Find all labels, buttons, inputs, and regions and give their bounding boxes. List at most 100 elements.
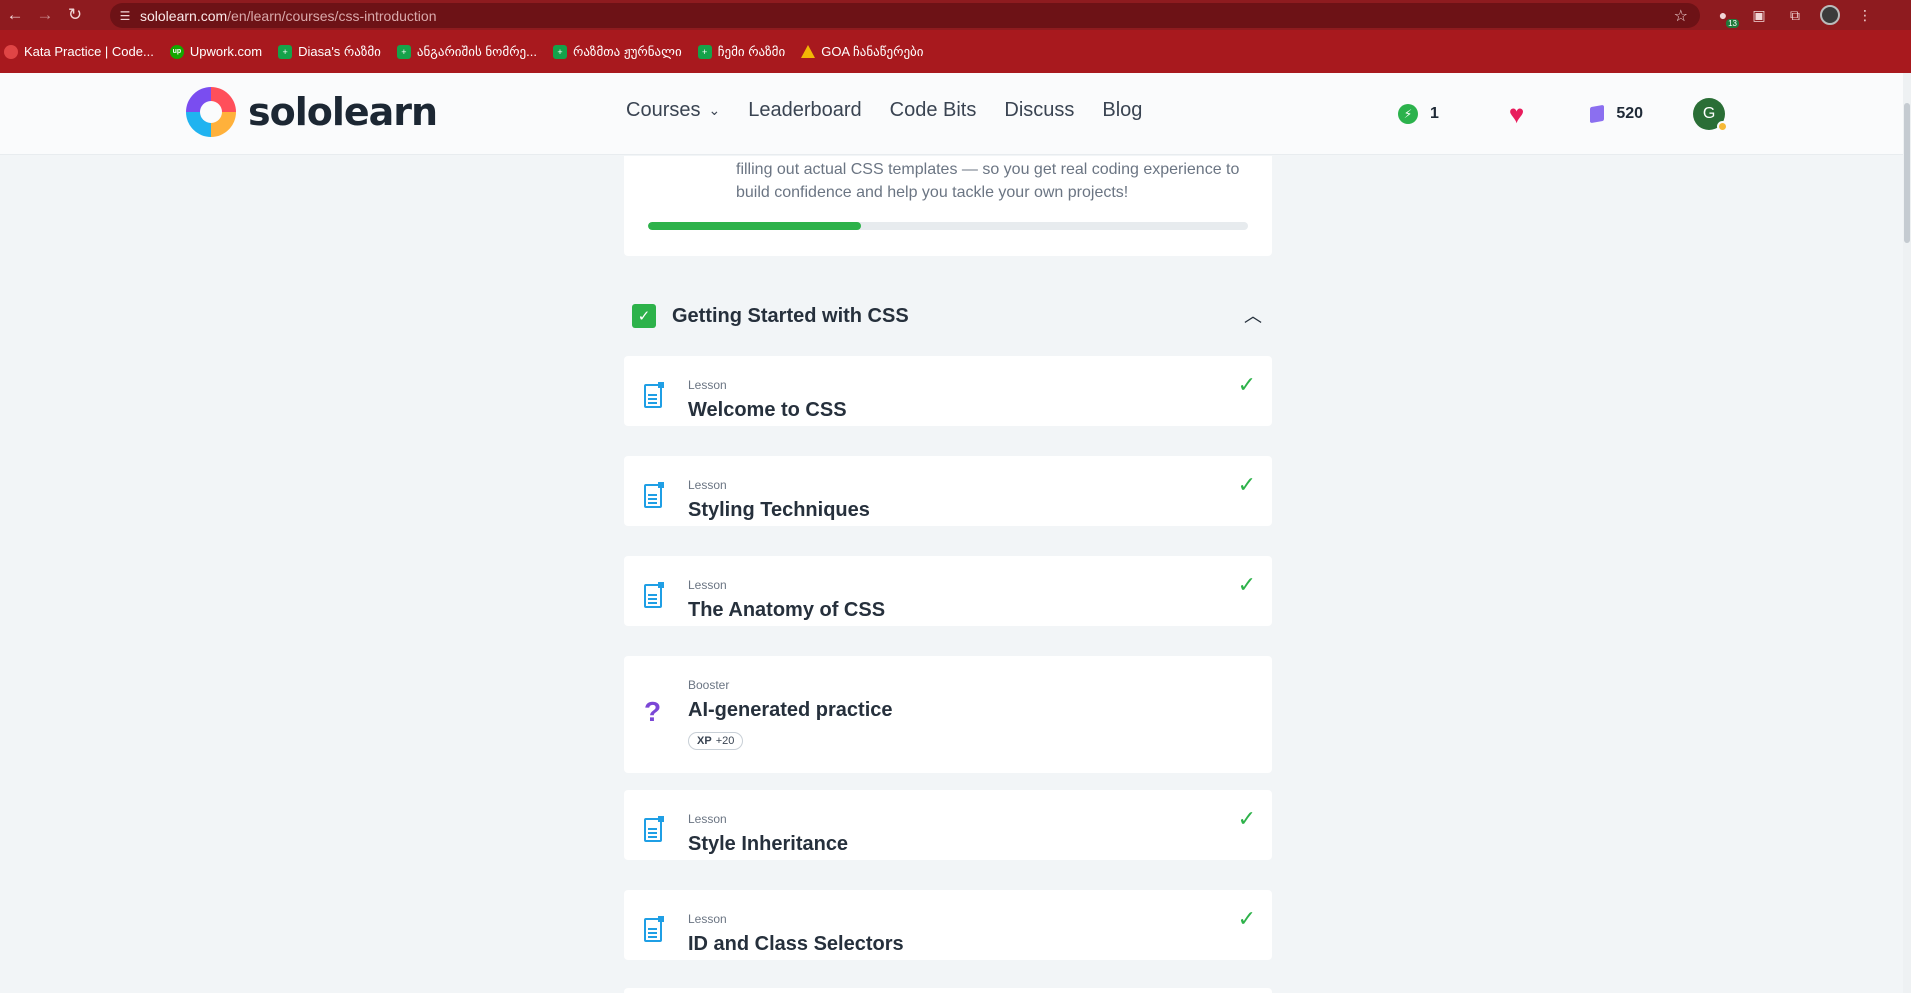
xp-value: +20 <box>715 735 735 747</box>
lesson-doc-icon <box>644 382 666 412</box>
reload-icon[interactable]: ↻ <box>60 0 90 30</box>
streak-stat[interactable]: ⚡ 1 <box>1398 104 1439 124</box>
bookmarks-bar: Kata Practice | Code... up Upwork.com + Di… <box>0 30 1911 73</box>
lesson-item[interactable]: Lesson ID and Class Selectors ✓ <box>624 890 1272 960</box>
lesson-item[interactable]: Lesson Welcome to CSS ✓ <box>624 356 1272 426</box>
lesson-name: Welcome to CSS <box>688 399 847 421</box>
user-stats: ⚡ 1 ♥ 520 G <box>1398 98 1729 132</box>
lesson-name: AI-generated practice <box>688 699 893 721</box>
gem-icon <box>1590 104 1605 124</box>
nav-courses-label: Courses <box>626 99 701 121</box>
nav-blog[interactable]: Blog <box>1102 99 1142 122</box>
module-header[interactable]: ✓ Getting Started with CSS ︿ <box>624 296 1272 336</box>
hearts-stat[interactable]: ♥ <box>1509 101 1524 127</box>
bookmark-label: რაზმთა ჟურნალი <box>572 43 682 59</box>
page-scrollbar[interactable] <box>1903 73 1911 993</box>
site-info-icon[interactable]: ☰ <box>110 9 140 23</box>
url-host: sololearn.com <box>140 7 228 24</box>
avatar-status-dot <box>1717 121 1729 132</box>
lesson-name: Styling Techniques <box>688 499 870 521</box>
bookmark-star-icon[interactable]: ☆ <box>1674 6 1688 26</box>
chevron-up-icon[interactable]: ︿ <box>1244 302 1262 328</box>
check-icon: ✓ <box>1237 472 1256 497</box>
address-bar[interactable]: ☰ sololearn.com/en/learn/courses/css-int… <box>110 3 1700 28</box>
bookmark-kata[interactable]: Kata Practice | Code... <box>4 44 154 59</box>
lesson-doc-icon <box>644 582 666 612</box>
sheets-icon: + <box>552 44 567 59</box>
xp-label: XP <box>697 735 712 747</box>
bookmark-label: Diasa's რაზმი <box>298 43 381 59</box>
bookmark-upwork[interactable]: up Upwork.com <box>169 44 263 59</box>
back-icon[interactable]: ← <box>0 0 30 30</box>
bookmark-sheet-1[interactable]: + Diasa's რაზმი <box>278 44 381 60</box>
lesson-item[interactable] <box>624 988 1272 993</box>
check-icon: ✓ <box>1237 906 1256 931</box>
upwork-icon: up <box>169 44 184 59</box>
check-icon: ✓ <box>1237 372 1256 397</box>
course-description-card: filling out actual CSS templates — so yo… <box>624 156 1272 256</box>
avatar[interactable]: G <box>1693 98 1729 132</box>
browser-menu-icon[interactable]: ⋮ <box>1854 4 1876 26</box>
sololearn-logo-icon <box>186 87 236 137</box>
course-progress-bar <box>648 222 1248 230</box>
bookmark-sheet-3[interactable]: + რაზმთა ჟურნალი <box>552 43 682 60</box>
lesson-kind: Booster <box>688 678 730 692</box>
question-mark-icon: ? <box>644 696 662 727</box>
lesson-kind: Lesson <box>688 378 727 392</box>
extension-badge: 13 <box>1726 19 1739 28</box>
bookmark-label: ჩემი რაზმი <box>717 43 786 59</box>
lesson-doc-icon <box>644 916 666 946</box>
lesson-name: The Anatomy of CSS <box>688 599 886 621</box>
browser-profile-icon[interactable] <box>1820 5 1840 25</box>
bookmark-drive[interactable]: GOA ჩანაწერები <box>801 43 924 60</box>
lesson-kind: Lesson <box>688 478 727 492</box>
bookmark-label: GOA ჩანაწერები <box>821 43 924 59</box>
check-icon: ✓ <box>1237 572 1256 597</box>
sololearn-logo[interactable]: sololearn <box>186 87 438 137</box>
module-title: Getting Started with CSS <box>672 304 909 327</box>
lesson-name: ID and Class Selectors <box>688 933 904 955</box>
xp-reward-badge: XP +20 <box>688 732 744 750</box>
bookmark-label: Upwork.com <box>189 44 263 59</box>
app-header: sololearn Courses ⌄ Leaderboard Code Bits… <box>0 73 1911 155</box>
chevron-down-icon: ⌄ <box>708 102 721 118</box>
reader-mode-icon[interactable]: ▣ <box>1748 4 1770 26</box>
lesson-item[interactable]: Lesson The Anatomy of CSS ✓ <box>624 556 1272 626</box>
booster-item[interactable]: ? Booster AI-generated practice XP +20 <box>624 656 1272 773</box>
lesson-item[interactable]: Lesson Styling Techniques ✓ <box>624 456 1272 526</box>
streak-count: 1 <box>1430 105 1439 122</box>
gems-stat[interactable]: 520 <box>1590 104 1643 124</box>
scrollbar-thumb[interactable] <box>1904 103 1910 243</box>
module-complete-check-icon: ✓ <box>632 304 656 328</box>
bookmark-sheet-4[interactable]: + ჩემი რაზმი <box>697 43 786 60</box>
sheets-icon: + <box>278 44 293 59</box>
heart-infinity-icon: ♥ <box>1508 99 1525 129</box>
course-description: filling out actual CSS templates — so yo… <box>736 161 1240 201</box>
lesson-kind: Lesson <box>688 578 727 592</box>
extension-icon[interactable]: ● 13 <box>1712 4 1739 28</box>
bookmark-favicon-icon <box>4 44 18 59</box>
forward-icon[interactable]: → <box>30 0 60 30</box>
url-path: /en/learn/courses/css-introduction <box>227 7 437 24</box>
nav-courses[interactable]: Courses ⌄ <box>626 99 720 122</box>
lesson-doc-icon <box>644 482 666 512</box>
bookmark-sheet-2[interactable]: + ანგარიშის ნომრე... <box>396 43 537 60</box>
sheets-icon: + <box>697 44 712 59</box>
course-progress-fill <box>648 222 861 230</box>
drive-icon <box>801 45 816 58</box>
lesson-item[interactable]: Lesson Style Inheritance ✓ <box>624 790 1272 860</box>
course-content: filling out actual CSS templates — so yo… <box>0 156 1911 993</box>
logo-text: sololearn <box>248 90 438 134</box>
lesson-kind: Lesson <box>688 812 727 826</box>
nav-code-bits[interactable]: Code Bits <box>890 99 977 122</box>
bookmark-label: ანგარიშის ნომრე... <box>416 43 537 59</box>
lightning-icon: ⚡ <box>1398 104 1418 124</box>
main-nav: Courses ⌄ Leaderboard Code Bits Discuss B… <box>626 99 1142 122</box>
browser-toolbar: ← → ↻ ☰ sololearn.com/en/learn/courses/c… <box>0 0 1911 30</box>
sheets-icon: + <box>396 44 411 59</box>
url-text: sololearn.com/en/learn/courses/css-intro… <box>140 8 436 24</box>
puzzle-extensions-icon[interactable]: ⧉ <box>1784 4 1806 26</box>
nav-discuss[interactable]: Discuss <box>1004 99 1074 122</box>
nav-leaderboard[interactable]: Leaderboard <box>748 99 861 122</box>
lesson-kind: Lesson <box>688 912 727 926</box>
